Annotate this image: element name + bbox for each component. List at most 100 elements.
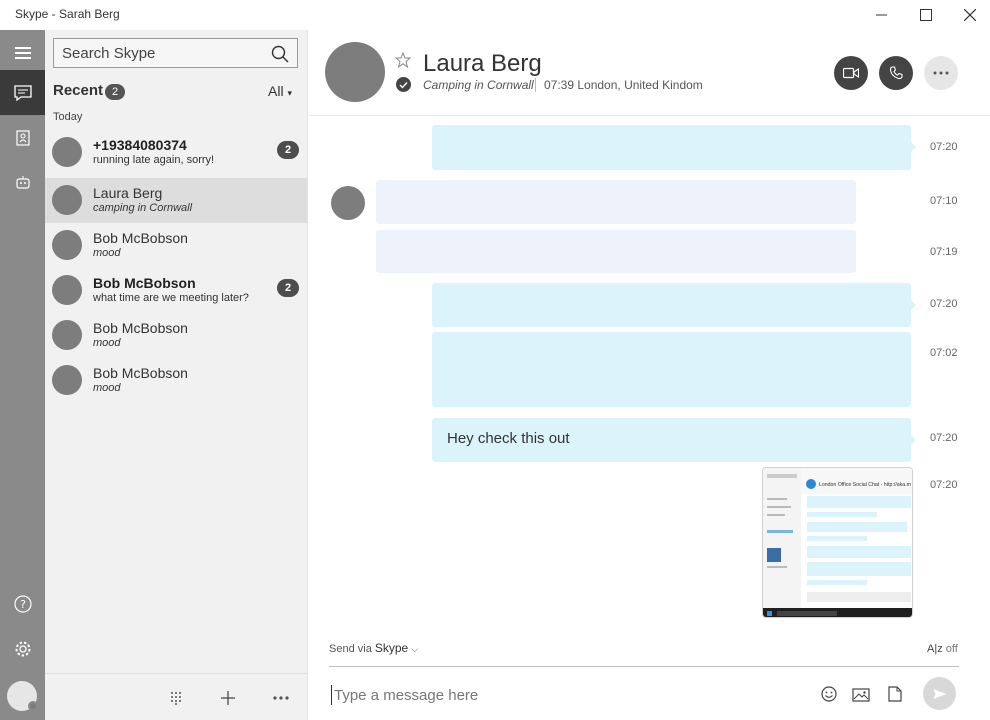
thumbnail-title: London Office Social Chat - http://aka.m xyxy=(819,482,911,488)
contact-local-time: 07:39 London, United Kindom xyxy=(544,78,703,92)
emoji-icon xyxy=(821,686,837,702)
settings-button[interactable] xyxy=(0,626,45,671)
recent-label: Recent xyxy=(53,82,104,99)
avatar xyxy=(52,137,82,167)
dialpad-icon xyxy=(171,692,181,705)
contact-item[interactable]: Bob McBobson mood xyxy=(45,223,307,268)
bubble-tail xyxy=(911,142,916,152)
search-box[interactable]: Search Skype xyxy=(53,38,298,68)
dialpad-button[interactable] xyxy=(164,686,188,710)
more-options-button[interactable] xyxy=(269,686,293,710)
message-bubble[interactable] xyxy=(376,230,856,273)
plus-icon xyxy=(221,691,235,705)
online-status-icon xyxy=(396,77,411,92)
contact-name: Bob McBobson xyxy=(93,230,188,246)
search-placeholder[interactable]: Search Skype xyxy=(62,45,155,62)
unread-badge: 2 xyxy=(277,141,299,159)
close-icon xyxy=(964,9,976,21)
menu-button[interactable] xyxy=(0,30,45,75)
more-icon xyxy=(933,71,949,75)
minimize-button[interactable] xyxy=(860,0,904,30)
contact-status: camping in Cornwall xyxy=(93,202,193,214)
message-text: Hey check this out xyxy=(447,430,570,447)
message-input[interactable] xyxy=(331,685,801,705)
compose-divider xyxy=(329,666,959,667)
send-file-button[interactable] xyxy=(885,684,905,704)
help-button[interactable]: ? xyxy=(0,581,45,626)
contact-mood: Camping in Cornwall xyxy=(423,78,534,92)
title-bar: Skype - Sarah Berg xyxy=(0,0,990,30)
contacts-panel: Search Skype Recent 2 All ▾ Today +19384… xyxy=(45,30,308,720)
contact-item[interactable]: Bob McBobson mood xyxy=(45,358,307,403)
filter-label[interactable]: All xyxy=(268,83,284,99)
rail-bots-button[interactable] xyxy=(0,160,45,205)
bubble-tail xyxy=(911,435,916,445)
rail-contacts-button[interactable] xyxy=(0,115,45,160)
send-via-label: Send via xyxy=(329,643,372,655)
maximize-button[interactable] xyxy=(904,0,948,30)
message-time: 07:10 xyxy=(930,195,958,207)
chevron-down-icon: ▾ xyxy=(287,88,292,98)
nav-rail: ? xyxy=(0,30,45,720)
message-time: 07:20 xyxy=(930,432,958,444)
recent-header: Recent 2 All ▾ xyxy=(53,82,300,104)
contact-status: running late again, sorry! xyxy=(93,154,215,166)
contact-name: Laura Berg xyxy=(93,185,163,201)
contact-name: Bob McBobson xyxy=(93,365,188,381)
contact-item[interactable]: Bob McBobson what time are we meeting lat… xyxy=(45,268,307,313)
message-bubble[interactable]: Hey check this out xyxy=(432,418,911,462)
bot-icon xyxy=(15,175,30,189)
image-attachment[interactable]: London Office Social Chat - http://aka.m xyxy=(762,467,913,618)
message-time: 07:02 xyxy=(930,347,958,359)
screenshot-thumbnail: London Office Social Chat - http://aka.m xyxy=(763,468,912,617)
contacts-icon xyxy=(15,129,30,146)
presence-indicator xyxy=(28,701,38,711)
contact-name: Bob McBobson xyxy=(93,320,188,336)
favorite-button[interactable] xyxy=(394,51,412,73)
spellcheck-toggle[interactable]: A|z off xyxy=(927,643,958,655)
new-chat-button[interactable] xyxy=(216,686,240,710)
contact-avatar[interactable] xyxy=(325,42,385,102)
message-bubble[interactable] xyxy=(432,332,911,407)
send-button[interactable] xyxy=(923,677,956,710)
contact-status: mood xyxy=(93,382,121,394)
contact-item[interactable]: Laura Berg camping in Cornwall xyxy=(45,178,307,223)
profile-avatar[interactable] xyxy=(7,681,38,711)
avatar xyxy=(52,365,82,395)
contact-item[interactable]: +19384080374 running late again, sorry! 2 xyxy=(45,130,307,175)
contact-name: Bob McBobson xyxy=(93,275,196,291)
unread-badge: 2 xyxy=(277,279,299,297)
send-via-value[interactable]: Skype xyxy=(375,641,408,655)
sender-avatar[interactable] xyxy=(331,186,365,220)
more-icon xyxy=(273,696,289,700)
send-image-button[interactable] xyxy=(851,684,871,704)
panel-footer xyxy=(45,673,307,720)
chevron-down-icon: ⌵ xyxy=(411,644,419,654)
message-bubble[interactable] xyxy=(376,180,856,224)
message-bubble[interactable] xyxy=(432,125,911,170)
rail-chats-button[interactable] xyxy=(0,70,45,115)
svg-text:?: ? xyxy=(20,598,26,611)
send-icon xyxy=(933,688,946,699)
emoji-button[interactable] xyxy=(819,684,839,704)
contact-item[interactable]: Bob McBobson mood xyxy=(45,313,307,358)
audio-call-button[interactable] xyxy=(879,56,913,90)
video-call-icon xyxy=(843,67,859,79)
filter-dropdown[interactable]: All ▾ xyxy=(268,83,292,99)
contact-status: mood xyxy=(93,337,121,349)
spellcheck-icon: A|z xyxy=(927,643,943,655)
chat-header: Laura Berg Camping in Cornwall 07:39 Lon… xyxy=(309,30,990,116)
search-icon[interactable] xyxy=(271,45,289,68)
contact-status: what time are we meeting later? xyxy=(93,292,249,304)
message-bubble[interactable] xyxy=(432,283,911,327)
message-time: 07:20 xyxy=(930,479,958,491)
image-icon xyxy=(852,687,870,702)
send-via[interactable]: Send via Skype ⌵ xyxy=(329,641,418,655)
close-button[interactable] xyxy=(948,0,990,30)
more-actions-button[interactable] xyxy=(924,56,958,90)
section-today: Today xyxy=(53,111,83,123)
video-call-button[interactable] xyxy=(834,56,868,90)
minimize-icon xyxy=(876,14,887,16)
recent-count-badge: 2 xyxy=(105,84,125,100)
message-time: 07:20 xyxy=(930,141,958,153)
